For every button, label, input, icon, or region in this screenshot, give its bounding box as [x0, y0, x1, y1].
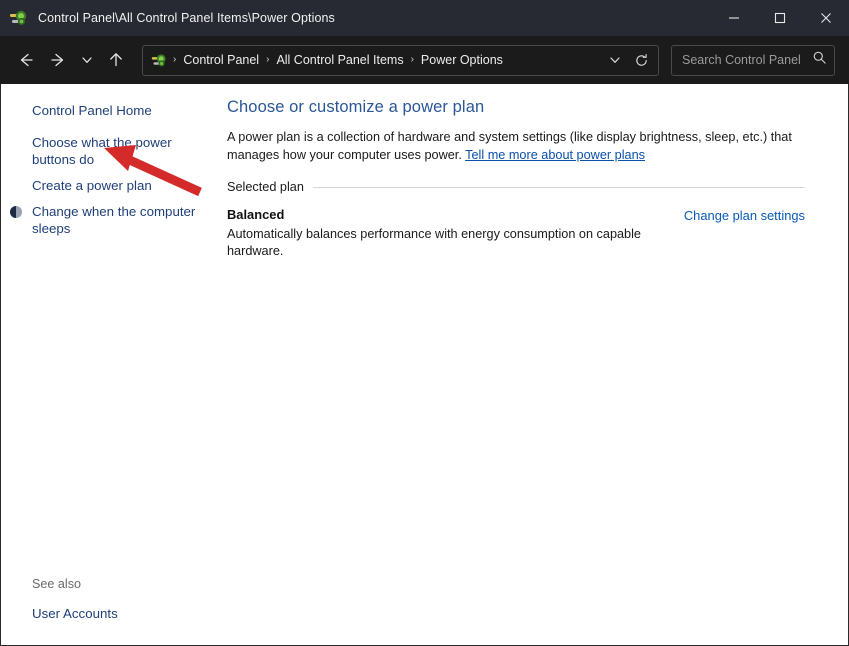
change-plan-settings-link[interactable]: Change plan settings: [684, 207, 805, 223]
navigation-toolbar: › Control Panel › All Control Panel Item…: [0, 36, 849, 84]
breadcrumb-item-control-panel[interactable]: Control Panel: [179, 51, 263, 69]
search-icon: [812, 50, 827, 70]
content-area: Control Panel Home Choose what the power…: [0, 84, 849, 646]
breadcrumb: › Control Panel › All Control Panel Item…: [170, 51, 602, 69]
section-divider: [313, 187, 805, 188]
sidebar-item-label: Change when the computer sleeps: [32, 204, 195, 236]
control-panel-window: Control Panel\All Control Panel Items\Po…: [0, 0, 849, 646]
sidebar-item-choose-what-power-buttons-do[interactable]: Choose what the power buttons do: [1, 134, 216, 168]
see-also-link-user-accounts[interactable]: User Accounts: [32, 606, 118, 621]
recent-locations-chevron-down-icon[interactable]: [74, 44, 100, 76]
see-also-section: See also User Accounts: [1, 577, 223, 623]
breadcrumb-separator: ›: [263, 55, 272, 65]
selected-plan-section-header: Selected plan: [227, 180, 805, 194]
minimize-button[interactable]: [711, 0, 757, 36]
back-arrow-icon[interactable]: [10, 44, 42, 76]
main-panel: Choose or customize a power plan A power…: [223, 84, 848, 645]
address-control-panel-icon: [151, 52, 168, 69]
see-also-title: See also: [32, 577, 223, 591]
refresh-icon[interactable]: [628, 47, 654, 73]
window-controls: [711, 0, 849, 36]
sidebar-item-create-a-power-plan[interactable]: Create a power plan: [1, 177, 216, 194]
plan-description: Automatically balances performance with …: [227, 226, 684, 260]
close-button[interactable]: [803, 0, 849, 36]
address-chevron-down-icon[interactable]: [602, 47, 628, 73]
forward-arrow-icon[interactable]: [42, 44, 74, 76]
window-title: Control Panel\All Control Panel Items\Po…: [38, 11, 335, 25]
selected-plan-label: Selected plan: [227, 180, 313, 194]
address-bar[interactable]: › Control Panel › All Control Panel Item…: [142, 45, 659, 76]
breadcrumb-separator: ›: [170, 55, 179, 65]
plan-info: Balanced Automatically balances performa…: [227, 207, 684, 260]
sidebar-item-control-panel-home[interactable]: Control Panel Home: [1, 102, 216, 119]
plan-name: Balanced: [227, 207, 684, 222]
maximize-button[interactable]: [757, 0, 803, 36]
up-arrow-icon[interactable]: [100, 44, 132, 76]
sidebar: Control Panel Home Choose what the power…: [1, 84, 223, 645]
breadcrumb-separator: ›: [408, 55, 417, 65]
search-input[interactable]: [682, 53, 808, 67]
sidebar-item-change-when-computer-sleeps[interactable]: Change when the computer sleeps: [1, 203, 216, 237]
tell-me-more-link[interactable]: Tell me more about power plans: [465, 148, 645, 162]
control-panel-icon: [9, 8, 29, 28]
search-box[interactable]: [671, 45, 835, 76]
breadcrumb-item-all-control-panel-items[interactable]: All Control Panel Items: [272, 51, 407, 69]
page-title: Choose or customize a power plan: [227, 98, 808, 117]
plan-row: Balanced Automatically balances performa…: [227, 207, 805, 260]
address-bar-actions: [602, 47, 654, 73]
shield-icon: [9, 205, 23, 219]
breadcrumb-item-power-options[interactable]: Power Options: [417, 51, 507, 69]
page-description: A power plan is a collection of hardware…: [227, 128, 807, 164]
title-bar: Control Panel\All Control Panel Items\Po…: [0, 0, 849, 36]
